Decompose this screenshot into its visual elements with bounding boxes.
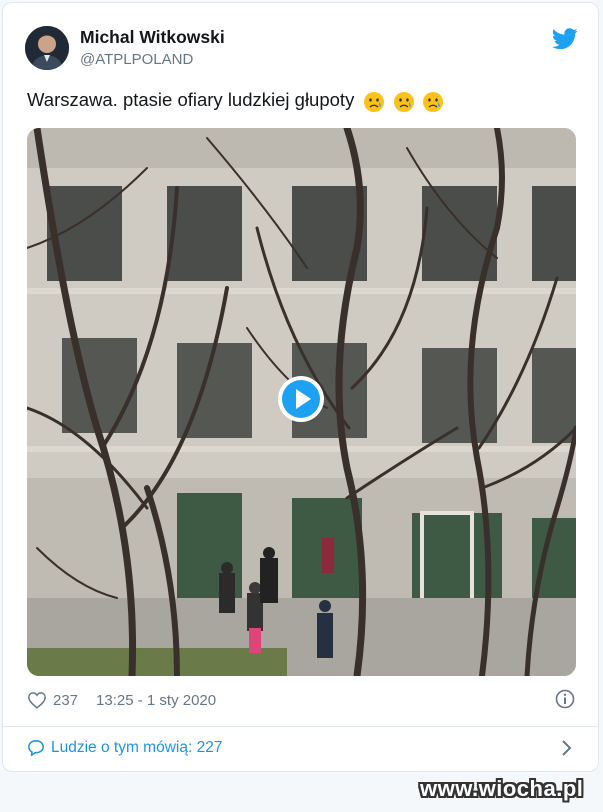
- tweet-text-content: Warszawa. ptasie ofiary ludzkiej głupoty: [27, 89, 355, 110]
- play-icon[interactable]: [277, 375, 325, 423]
- crying-face-emoji: [393, 91, 414, 112]
- speech-bubble-icon: [28, 740, 44, 756]
- tweet-meta: 237 13:25 - 1 sty 2020: [27, 690, 216, 710]
- heart-icon[interactable]: [27, 691, 47, 709]
- tweet-timestamp[interactable]: 13:25 - 1 sty 2020: [96, 692, 216, 709]
- info-icon[interactable]: [555, 689, 575, 709]
- crying-face-emoji: [422, 91, 443, 112]
- emoji-group: [363, 90, 445, 113]
- author-name[interactable]: Michal Witkowski: [80, 27, 225, 48]
- people-talking-link[interactable]: Ludzie o tym mówią: 227: [27, 738, 222, 758]
- people-talking-label[interactable]: Ludzie o tym mówią: 227: [51, 739, 222, 757]
- twitter-bird-icon[interactable]: [552, 28, 578, 50]
- watermark: www.wiocha.pl: [420, 776, 584, 801]
- chevron-right-icon[interactable]: [560, 739, 572, 757]
- like-count[interactable]: 237: [53, 692, 78, 709]
- tweet-text: Warszawa. ptasie ofiary ludzkiej głupoty: [27, 89, 446, 113]
- divider: [2, 726, 599, 727]
- author-avatar[interactable]: [25, 26, 69, 70]
- author-handle[interactable]: @ATPLPOLAND: [80, 51, 193, 68]
- crying-face-emoji: [364, 91, 385, 112]
